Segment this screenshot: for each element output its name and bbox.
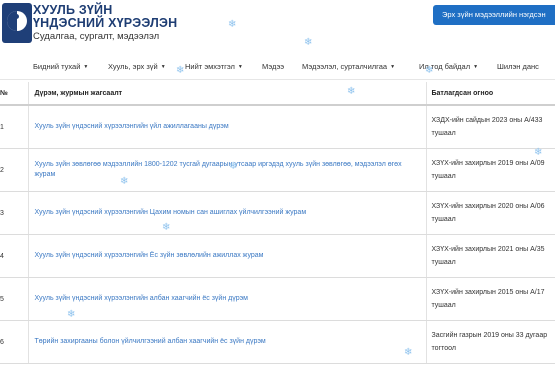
approval-date-line1: ХЗҮХ-ийн захирлын 2020 оны А/06	[431, 203, 545, 210]
table-row: 1 Хууль зүйн үндэсний хүрээлэнгийн үйл а…	[0, 105, 555, 149]
row-number: 1	[0, 105, 28, 149]
nav-item-label: Нийт эмхэтгэл	[185, 62, 235, 71]
row-number: 6	[0, 320, 28, 364]
nav-item-label: Ил тод байдал	[419, 62, 471, 71]
rule-link[interactable]: Хууль зүйн зөвлөгөө мэдээллийн 1800-1202…	[27, 148, 426, 192]
site-title[interactable]: ХУУЛЬ ЗҮЙН ҮНДЭСНИЙ ХҮРЭЭЛЭН	[33, 4, 233, 30]
column-header-name: Дүрэм, журмын жагсаалт	[27, 82, 426, 106]
row-number: 5	[0, 277, 28, 321]
caret-down-icon: ▼	[473, 64, 479, 70]
approval-date-line1: ХЗҮХ-ийн захирлын 2019 оны А/09	[431, 160, 545, 167]
row-number: 4	[0, 234, 28, 278]
approval-date-line1: ХЗҮХ-ийн захирлын 2021 оны А/35	[431, 246, 545, 253]
approval-date-line2: тушаал	[431, 130, 456, 137]
approval-date-line2: тушаал	[431, 259, 456, 266]
column-header-number: №	[0, 82, 28, 106]
nav-item-label: Шилэн данс	[497, 62, 539, 71]
approval-date: ХЗДХ-ийн сайдын 2023 оны А/433 тушаал	[425, 105, 555, 149]
nav-item-information[interactable]: Мэдээлэл, сурталчилгаа ▼	[302, 62, 395, 71]
main-nav: Бидний тухай ▼ Хууль, эрх зүй ▼ Нийт эмхэт…	[0, 60, 555, 76]
nav-item-compilation[interactable]: Нийт эмхэтгэл ▼	[185, 62, 243, 71]
rule-link[interactable]: Хууль зүйн үндэсний хүрээлэнгийн албан х…	[27, 277, 426, 321]
rule-link[interactable]: Хууль зүйн үндэсний хүрээлэнгийн үйл ажи…	[27, 105, 426, 149]
row-number: 2	[0, 148, 28, 192]
yin-yang-logo[interactable]	[2, 3, 32, 43]
nav-item-label: Мэдээ	[262, 62, 285, 71]
approval-date: ХЗҮХ-ийн захирлын 2020 оны А/06 тушаал	[425, 191, 555, 235]
caret-down-icon: ▼	[160, 64, 166, 70]
table-row: 3 Хууль зүйн үндэсний хүрээлэнгийн Цахим…	[0, 191, 555, 235]
table-row: 2 Хууль зүйн зөвлөгөө мэдээллийн 1800-12…	[0, 148, 555, 192]
caret-down-icon: ▼	[237, 64, 243, 70]
site-header: ХУУЛЬ ЗҮЙН ҮНДЭСНИЙ ХҮРЭЭЛЭН Судалгаа, с…	[0, 0, 555, 52]
nav-item-glass-account[interactable]: Шилэн данс	[497, 62, 539, 71]
caret-down-icon: ▼	[390, 64, 396, 70]
table-header-row: № Дүрэм, журмын жагсаалт Батлагдсан огно…	[0, 82, 555, 106]
nav-item-label: Хууль, эрх зүй	[108, 62, 158, 71]
nav-item-news[interactable]: Мэдээ	[262, 62, 284, 71]
rule-link[interactable]: Төрийн захиргааны болон үйлчилгээний алб…	[27, 320, 426, 364]
site-tagline: Судалгаа, сургалт, мэдээлэл	[33, 31, 160, 42]
nav-item-label: Бидний тухай	[33, 62, 81, 71]
approval-date: Засгийн газрын 2019 оны 33 дугаар тогтоол	[425, 320, 555, 364]
approval-date: ХЗҮХ-ийн захирлын 2019 оны А/09 тушаал	[425, 148, 555, 192]
nav-item-law[interactable]: Хууль, эрх зүй ▼	[108, 62, 166, 71]
nav-item-label: Мэдээлэл, сурталчилгаа	[302, 62, 388, 71]
table-row: 4 Хууль зүйн үндэсний хүрээлэнгийн Ёс зү…	[0, 234, 555, 278]
table-row: 5 Хууль зүйн үндэсний хүрээлэнгийн албан…	[0, 277, 555, 321]
table-row: 6 Төрийн захиргааны болон үйлчилгээний а…	[0, 320, 555, 364]
approval-date-line1: Засгийн газрын 2019 оны 33 дугаар	[431, 332, 548, 339]
approval-date-line2: тушаал	[431, 216, 456, 223]
rules-table: № Дүрэм, журмын жагсаалт Батлагдсан огно…	[0, 82, 555, 364]
site-title-line2: ҮНДЭСНИЙ ХҮРЭЭЛЭН	[33, 16, 178, 30]
nav-divider	[0, 79, 555, 80]
approval-date: ХЗҮХ-ийн захирлын 2021 оны А/35 тушаал	[425, 234, 555, 278]
approval-date: ХЗҮХ-ийн захирлын 2015 оны А/17 тушаал	[425, 277, 555, 321]
approval-date-line2: тушаал	[431, 302, 456, 309]
row-number: 3	[0, 191, 28, 235]
caret-down-icon: ▼	[83, 64, 89, 70]
approval-date-line1: ХЗҮХ-ийн захирлын 2015 оны А/17	[431, 289, 545, 296]
column-header-date: Батлагдсан огноо	[425, 82, 555, 106]
nav-item-about[interactable]: Бидний тухай ▼	[33, 62, 88, 71]
approval-date-line1: ХЗДХ-ийн сайдын 2023 оны А/433	[431, 117, 543, 124]
rule-link[interactable]: Хууль зүйн үндэсний хүрээлэнгийн Ёс зүйн…	[27, 234, 426, 278]
approval-date-line2: тушаал	[431, 173, 456, 180]
approval-date-line2: тогтоол	[431, 345, 456, 352]
nav-item-transparency[interactable]: Ил тод байдал ▼	[419, 62, 478, 71]
legal-info-system-button[interactable]: Эрх зүйн мэдээллийн нэгдсэн	[433, 5, 555, 25]
rule-link[interactable]: Хууль зүйн үндэсний хүрээлэнгийн Цахим н…	[27, 191, 426, 235]
